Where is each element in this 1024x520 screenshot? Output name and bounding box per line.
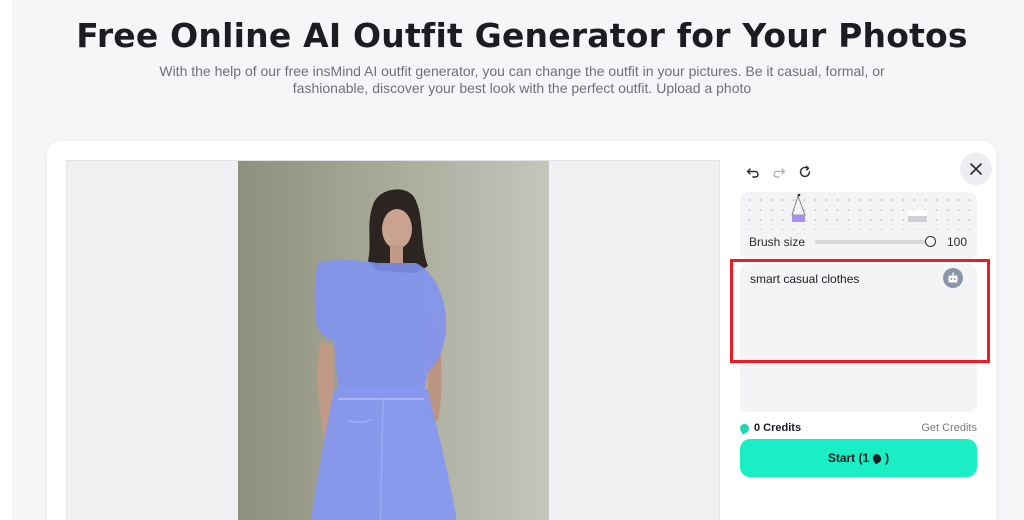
reset-icon	[799, 165, 811, 178]
credits-amount: 0 Credits	[754, 422, 802, 434]
close-icon	[970, 163, 982, 175]
redo-button[interactable]	[771, 164, 787, 180]
undo-icon	[746, 168, 759, 178]
photo-illustration	[238, 161, 549, 520]
brush-preview	[791, 193, 927, 222]
undo-button[interactable]	[745, 164, 761, 180]
start-button[interactable]: Start (1 )	[740, 439, 977, 477]
image-canvas[interactable]	[66, 160, 720, 520]
credit-icon	[738, 421, 751, 435]
brush-size-slider-track[interactable]	[815, 240, 930, 244]
ai-assist-button[interactable]	[943, 268, 963, 288]
brush-size-value: 100	[947, 235, 968, 249]
brush-panel: Brush size 100	[740, 192, 977, 259]
credits-row: 0 Credits Get Credits	[738, 421, 977, 436]
prompt-input[interactable]: smart casual clothes	[740, 264, 977, 412]
page-title: Free Online AI Outfit Generator for Your…	[76, 16, 968, 55]
brush-size-slider-thumb[interactable]	[925, 236, 936, 247]
get-credits-link[interactable]: Get Credits	[921, 422, 977, 434]
start-label-suffix: )	[885, 451, 890, 465]
editor-card: Brush size 100 smart casual clothes 0 Cr…	[47, 141, 996, 520]
close-button[interactable]	[960, 153, 992, 185]
redo-icon	[773, 168, 786, 178]
credit-icon	[871, 452, 883, 464]
prompt-text[interactable]: smart casual clothes	[750, 272, 859, 286]
edit-toolbar	[745, 164, 813, 180]
ai-robot-icon	[948, 272, 958, 283]
page-left-strip	[0, 0, 12, 520]
start-label-prefix: Start (1	[827, 451, 870, 465]
page-subtitle: With the help of our free insMind AI out…	[159, 63, 885, 96]
credits-balance: 0 Credits	[738, 421, 802, 435]
uploaded-photo[interactable]	[238, 161, 549, 520]
brush-size-label: Brush size	[749, 235, 806, 249]
reset-button[interactable]	[797, 164, 813, 180]
